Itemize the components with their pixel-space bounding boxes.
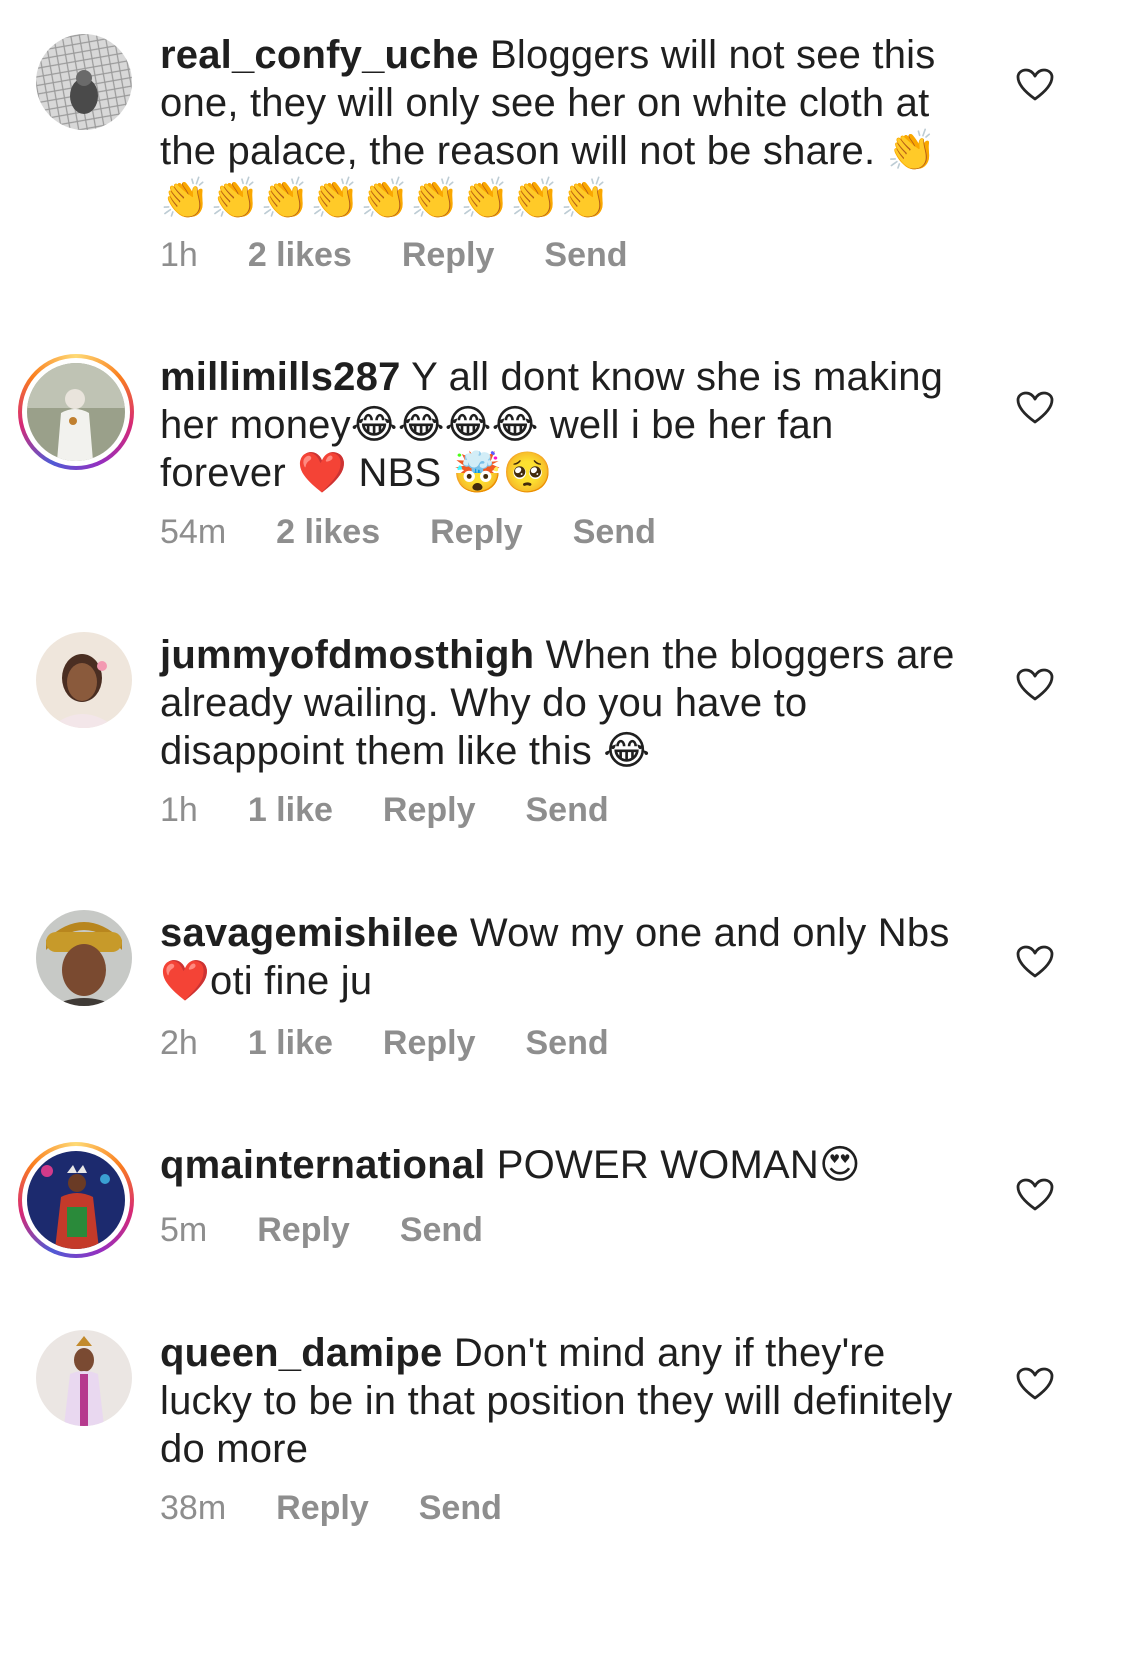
likes-count[interactable]: 2 likes [248,236,352,275]
comment-timestamp: 54m [160,513,227,551]
likes-count[interactable]: 2 likes [276,513,380,552]
reply-button[interactable]: Reply [383,791,476,830]
avatar[interactable] [36,34,132,130]
send-button[interactable]: Send [526,791,609,830]
like-heart-icon[interactable] [1016,668,1054,702]
reply-button[interactable]: Reply [402,236,495,275]
comment-timestamp: 1h [160,791,198,829]
send-button[interactable]: Send [400,1211,483,1250]
send-button[interactable]: Send [419,1489,502,1528]
comment-username[interactable]: savagemishilee [160,911,459,955]
comment-text: savagemishilee Wow my one and only Nbs ❤… [160,909,960,1005]
comment-body: POWER WOMAN😍 [496,1143,861,1187]
send-button[interactable]: Send [573,513,656,552]
photo-avatar-icon [36,632,132,728]
send-button[interactable]: Send [544,236,627,275]
comment-username[interactable]: jummyofdmosthigh [160,633,534,677]
comment-text: queen_damipe Don't mind any if they're l… [160,1329,960,1473]
avatar[interactable] [36,910,132,1006]
like-heart-icon[interactable] [1016,1178,1054,1212]
comment-username[interactable]: real_confy_uche [160,33,479,77]
photo-avatar-icon [27,363,125,461]
comment-text: qmainternational POWER WOMAN😍 [160,1141,960,1189]
comment-timestamp: 38m [160,1489,227,1527]
send-button[interactable]: Send [526,1024,609,1063]
comment-meta: 1h 2 likes Reply Send [160,236,628,275]
reply-button[interactable]: Reply [430,513,523,552]
comment-text: jummyofdmosthigh When the bloggers are a… [160,631,960,775]
reply-button[interactable]: Reply [383,1024,476,1063]
photo-avatar-icon [36,1330,132,1426]
avatar[interactable] [18,1142,134,1258]
likes-count[interactable]: 1 like [248,1024,333,1063]
comment-meta: 5m Reply Send [160,1211,483,1250]
comment-text: millimills287 Y all dont know she is mak… [160,353,960,497]
comment-timestamp: 5m [160,1211,208,1249]
photo-avatar-icon [36,910,132,1006]
like-heart-icon[interactable] [1016,391,1054,425]
comment-meta: 38m Reply Send [160,1489,502,1528]
reply-button[interactable]: Reply [257,1211,350,1250]
avatar[interactable] [36,632,132,728]
like-heart-icon[interactable] [1016,68,1054,102]
comment-username[interactable]: queen_damipe [160,1331,442,1375]
comment-username[interactable]: millimills287 [160,355,401,399]
comment-timestamp: 1h [160,236,198,274]
like-heart-icon[interactable] [1016,945,1054,979]
comment-meta: 1h 1 like Reply Send [160,791,609,830]
likes-count[interactable]: 1 like [248,791,333,830]
avatar[interactable] [18,354,134,470]
photo-avatar-icon [27,1151,125,1249]
comment-meta: 54m 2 likes Reply Send [160,513,656,552]
grayscale-photo-avatar-icon [36,34,132,130]
comment-meta: 2h 1 like Reply Send [160,1024,609,1063]
reply-button[interactable]: Reply [276,1489,369,1528]
comment-text: real_confy_uche Bloggers will not see th… [160,31,960,223]
avatar[interactable] [36,1330,132,1426]
comment-timestamp: 2h [160,1024,198,1062]
like-heart-icon[interactable] [1016,1367,1054,1401]
comment-username[interactable]: qmainternational [160,1143,485,1187]
